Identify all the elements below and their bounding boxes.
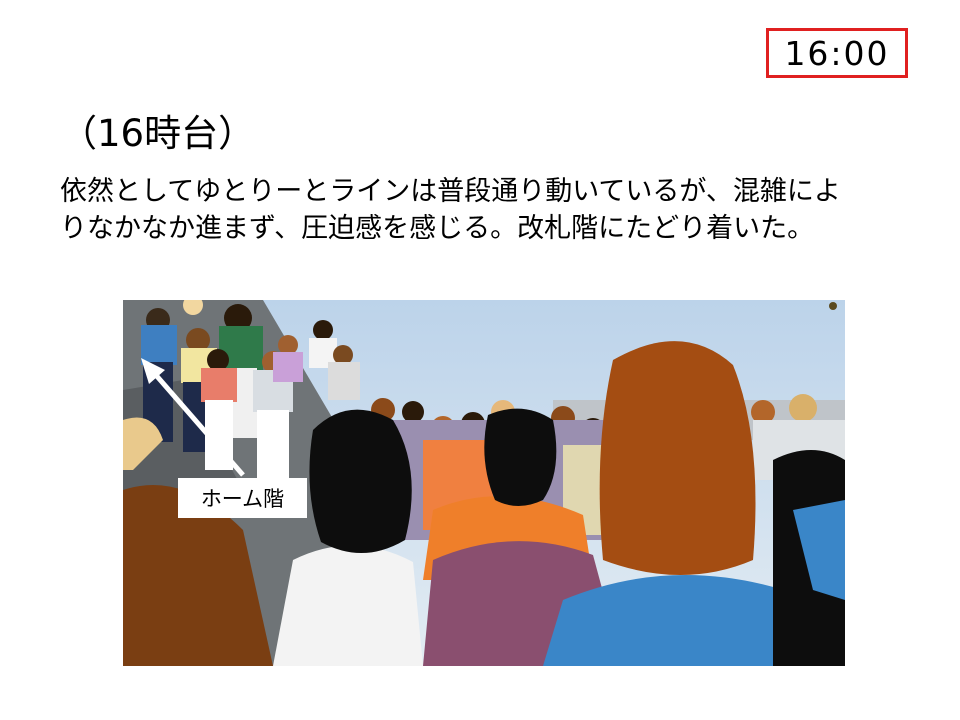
time-display: 16:00 [766, 28, 908, 78]
description-text: 依然としてゆとりーとラインは普段通り動いているが、混雑によ りなかなか進まず、圧… [60, 173, 910, 247]
platform-floor-label: ホーム階 [178, 478, 307, 518]
time-text: 16:00 [784, 33, 890, 73]
section-heading: （16時台） [60, 112, 256, 155]
description-line-1: 依然としてゆとりーとラインは普段通り動いているが、混雑によ [60, 176, 841, 207]
description-line-2: りなかなか進まず、圧迫感を感じる。改札階にたどり着いた。 [60, 213, 815, 244]
